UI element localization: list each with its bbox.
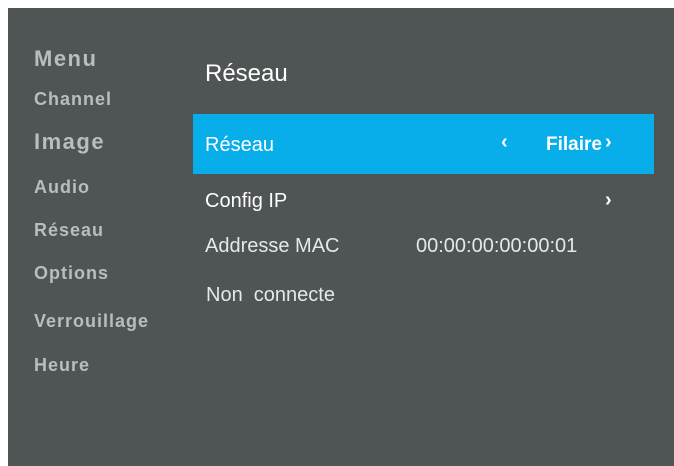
network-type-value: Filaire [546,134,602,155]
ip-config-row[interactable]: Config IP › [193,180,654,226]
sidebar-item-heure[interactable]: Heure [34,355,90,376]
osd-screen: Menu Channel Image Audio Réseau Options … [8,8,674,466]
connection-status: Non connecte [206,284,335,306]
ip-config-label: Config IP [205,190,288,212]
sidebar-item-options[interactable]: Options [34,263,109,284]
sidebar-item-image[interactable]: Image [34,129,105,155]
chevron-right-icon: › [605,189,612,211]
sidebar-title: Menu [34,46,98,71]
chevron-right-icon[interactable]: › [605,131,612,154]
page-title: Réseau [205,60,288,87]
sidebar-item-channel[interactable]: Channel [34,89,112,110]
mac-address-label: Addresse MAC [205,235,340,257]
sidebar-menu: Menu Channel Image Audio Réseau Options … [8,8,188,466]
sidebar-item-reseau[interactable]: Réseau [34,220,104,241]
chevron-left-icon[interactable]: ‹ [501,131,508,154]
network-type-label: Réseau [205,134,274,156]
sidebar-item-verrouillage[interactable]: Verrouillage [34,311,149,332]
network-type-row[interactable]: Réseau ‹ Filaire › [193,114,654,174]
sidebar-item-audio[interactable]: Audio [34,177,90,198]
mac-address-value: 00:00:00:00:00:01 [416,235,578,257]
